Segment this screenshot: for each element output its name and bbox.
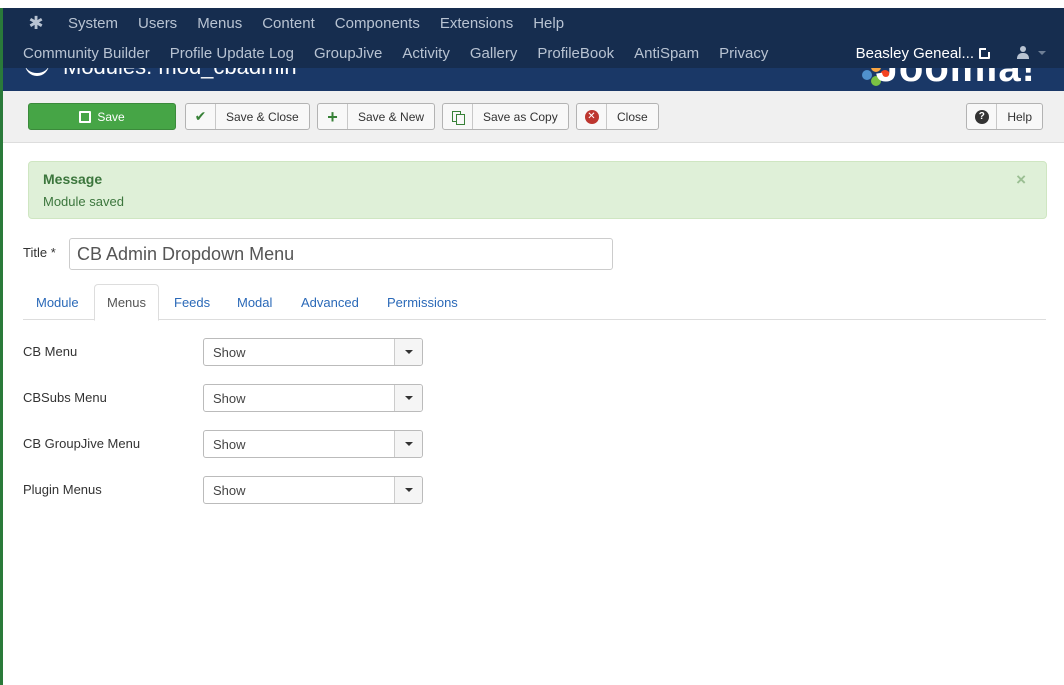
success-message: Message Module saved × [28,161,1047,219]
chevron-down-icon [1038,51,1046,55]
copy-icon [443,104,473,129]
plugin-menus-label: Plugin Menus [23,482,102,497]
save-button[interactable]: Save [28,103,176,130]
message-text: Module saved [43,194,124,209]
cb-groupjive-menu-label: CB GroupJive Menu [23,436,141,451]
save-close-button[interactable]: ✔ Save & Close [185,103,310,130]
tab-bar: Module Menus Feeds Modal Advanced Permis… [23,284,1046,321]
save-button-label: Save [97,109,125,124]
cb-groupjive-menu-select[interactable]: Show [203,430,423,458]
component-menu: Community Builder Profile Update Log Gro… [3,38,788,68]
cbsubs-menu-label: CBSubs Menu [23,390,107,405]
chevron-down-icon [394,339,422,365]
menu-community-builder[interactable]: Community Builder [23,45,150,62]
title-input[interactable] [69,238,613,270]
tab-modal[interactable]: Modal [237,284,272,320]
site-link-label: Beasley Geneal... [855,44,974,62]
menu-content[interactable]: Content [262,15,315,32]
select-value: Show [213,391,246,406]
select-value: Show [213,437,246,452]
menu-profilebook[interactable]: ProfileBook [537,45,614,62]
save-new-label: Save & New [358,109,425,124]
cancel-circle-icon: ✕ [577,104,607,129]
menu-privacy[interactable]: Privacy [719,45,768,62]
admin-navbar: ✱ System Users Menus Content Components … [3,8,1064,68]
help-button[interactable]: ? Help [966,103,1043,130]
menu-profile-update-log[interactable]: Profile Update Log [170,45,294,62]
external-link-icon [979,46,991,59]
tab-advanced[interactable]: Advanced [301,284,359,320]
menu-menus[interactable]: Menus [197,15,242,32]
toolbar: Save ✔ Save & Close + Save & New Save as… [3,91,1064,143]
chevron-down-icon [394,477,422,503]
cb-menu-label: CB Menu [23,344,78,359]
site-link[interactable]: Beasley Geneal... [855,44,991,62]
menu-components[interactable]: Components [335,15,420,32]
navbar-right: Beasley Geneal... [856,38,1064,68]
select-value: Show [213,345,246,360]
cb-menu-select[interactable]: Show [203,338,423,366]
user-menu[interactable] [1016,46,1046,60]
save-copy-label: Save as Copy [483,109,558,124]
menu-antispam[interactable]: AntiSpam [634,45,699,62]
menu-gallery[interactable]: Gallery [470,45,518,62]
plugin-menus-select[interactable]: Show [203,476,423,504]
save-copy-button[interactable]: Save as Copy [442,103,569,130]
tab-menus[interactable]: Menus [94,284,160,321]
menu-help[interactable]: Help [533,15,564,32]
save-new-button[interactable]: + Save & New [317,103,436,130]
chevron-down-icon [394,431,422,457]
save-close-label: Save & Close [226,109,299,124]
close-icon[interactable]: × [1016,170,1026,190]
check-icon: ✔ [186,104,216,129]
question-icon: ? [967,104,998,129]
plus-icon: + [318,104,348,129]
close-button[interactable]: ✕ Close [576,103,659,130]
menu-activity[interactable]: Activity [402,45,450,62]
menu-extensions[interactable]: Extensions [440,15,513,32]
menu-groupjive[interactable]: GroupJive [314,45,382,62]
user-icon [1016,46,1030,60]
top-strip [0,0,1064,8]
tab-module[interactable]: Module [36,284,79,320]
module-icon [25,68,49,76]
joomla-brand: Joomla! [875,68,1036,90]
page-title: Modules: mod_cbadmin [63,68,297,80]
app-window: ✱ System Users Menus Content Components … [0,0,1064,685]
edit-icon [79,110,92,123]
tab-permissions[interactable]: Permissions [387,284,458,320]
main-menu: ✱ System Users Menus Content Components … [3,8,584,38]
tab-feeds[interactable]: Feeds [174,284,210,320]
page-header: Modules: mod_cbadmin Joomla! [3,68,1064,91]
help-label: Help [1007,109,1032,124]
select-value: Show [213,483,246,498]
chevron-down-icon [394,385,422,411]
menu-system[interactable]: System [68,15,118,32]
cbsubs-menu-select[interactable]: Show [203,384,423,412]
joomla-logo-icon[interactable]: ✱ [26,13,46,33]
menu-users[interactable]: Users [138,15,177,32]
close-label: Close [617,109,648,124]
message-heading: Message [43,171,103,187]
title-label: Title * [23,245,56,260]
